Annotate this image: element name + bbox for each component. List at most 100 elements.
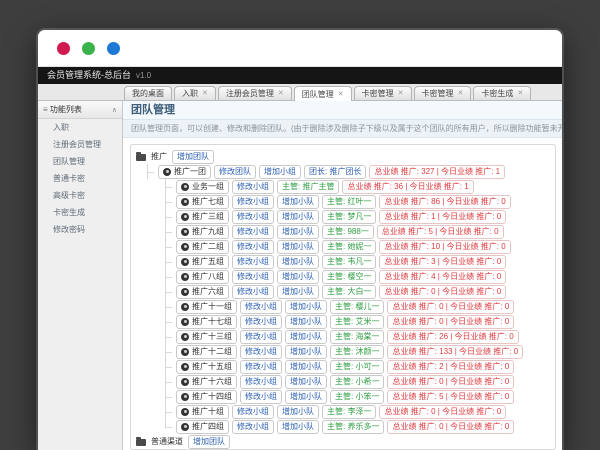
tree-node-name[interactable]: 推广十五组	[176, 360, 237, 374]
edit-group-button[interactable]: 修改小组	[232, 180, 274, 194]
add-squad-button[interactable]: 增加小队	[277, 405, 319, 419]
tree-node-name[interactable]: 推广十七组	[176, 315, 237, 329]
tree-node-name[interactable]: 推广十四组	[176, 390, 237, 404]
add-squad-button[interactable]: 增加小队	[277, 420, 319, 434]
edit-group-button[interactable]: 修改小组	[232, 225, 274, 239]
tree-root-row: 普通渠道增加团队	[136, 434, 551, 449]
edit-group-button[interactable]: 修改小组	[232, 405, 274, 419]
add-squad-button[interactable]: 增加小队	[277, 270, 319, 284]
tab-团队管理[interactable]: 团队管理✕	[294, 86, 352, 101]
add-team-button[interactable]: 增加团队	[188, 435, 230, 449]
edit-group-button[interactable]: 修改小组	[232, 255, 274, 269]
tree-node-name[interactable]: 推广五组	[176, 255, 229, 269]
close-window-button[interactable]	[57, 42, 70, 55]
tree-node-name[interactable]: 推广八组	[176, 270, 229, 284]
gear-icon	[163, 168, 171, 176]
edit-group-button[interactable]: 修改小组	[240, 315, 282, 329]
tree-node-name[interactable]: 推广七组	[176, 195, 229, 209]
edit-group-button[interactable]: 修改小组	[240, 330, 282, 344]
tab-close-icon[interactable]: ✕	[338, 91, 344, 98]
tab-close-icon[interactable]: ✕	[278, 90, 284, 97]
tab-close-icon[interactable]: ✕	[202, 90, 208, 97]
add-squad-button[interactable]: 增加小队	[285, 315, 327, 329]
group-stats-badge: 总业绩 推广: 10 | 今日业绩 推广: 0	[379, 240, 510, 254]
collapse-caret-icon[interactable]: ∧	[112, 106, 117, 114]
sidebar-item-5[interactable]: 卡密生成	[38, 204, 122, 221]
tree-node-name[interactable]: 推广十二组	[176, 345, 237, 359]
tree-node-name[interactable]: 推广六组	[176, 285, 229, 299]
add-squad-button[interactable]: 增加小队	[277, 195, 319, 209]
tab-入职[interactable]: 入职✕	[174, 86, 216, 100]
edit-group-button[interactable]: 修改小组	[232, 195, 274, 209]
sidebar-item-0[interactable]: 入职	[38, 119, 122, 136]
gear-icon	[181, 318, 189, 326]
group-row: 推广十四组修改小组增加小队主管: 小笨一总业绩 推广: 5 | 今日业绩 推广:…	[160, 389, 551, 404]
tree-node-name[interactable]: 推广三组	[176, 210, 229, 224]
edit-group-button[interactable]: 修改小组	[240, 345, 282, 359]
tree-node-name[interactable]: 推广十三组	[176, 330, 237, 344]
tree-connector	[160, 344, 173, 359]
add-squad-button[interactable]: 增加小队	[285, 300, 327, 314]
add-squad-button[interactable]: 增加小队	[285, 345, 327, 359]
zoom-window-button[interactable]	[107, 42, 120, 55]
group-row: 推广七组修改小组增加小队主管: 红叶一总业绩 推广: 86 | 今日业绩 推广:…	[160, 194, 551, 209]
tab-我的桌面[interactable]: 我的桌面	[124, 86, 172, 100]
group-row: 推广六组修改小组增加小队主管: 大白一总业绩 推广: 0 | 今日业绩 推广: …	[160, 284, 551, 299]
tab-close-icon[interactable]: ✕	[458, 90, 464, 97]
add-group-button[interactable]: 增加小组	[259, 165, 301, 179]
tab-label: 卡密管理	[362, 88, 394, 99]
tree-node-name[interactable]: 推广十组	[176, 405, 229, 419]
edit-group-button[interactable]: 修改小组	[232, 210, 274, 224]
node-label: 推广十三组	[192, 331, 232, 342]
add-squad-button[interactable]: 增加小队	[285, 330, 327, 344]
add-squad-button[interactable]: 增加小队	[285, 360, 327, 374]
tree-root-name[interactable]: 普通渠道	[151, 436, 183, 447]
edit-group-button[interactable]: 修改小组	[232, 420, 274, 434]
tree-node-name[interactable]: 推广十六组	[176, 375, 237, 389]
edit-group-button[interactable]: 修改小组	[240, 360, 282, 374]
edit-group-button[interactable]: 修改小组	[232, 285, 274, 299]
gear-icon	[181, 363, 189, 371]
edit-group-button[interactable]: 修改小组	[232, 240, 274, 254]
tab-close-icon[interactable]: ✕	[398, 90, 404, 97]
node-label: 推广十组	[192, 406, 224, 417]
minimize-window-button[interactable]	[82, 42, 95, 55]
edit-group-button[interactable]: 修改小组	[240, 300, 282, 314]
sidebar-item-6[interactable]: 修改密码	[38, 221, 122, 238]
edit-group-button[interactable]: 修改小组	[240, 375, 282, 389]
sidebar-header[interactable]: ≡ 功能列表 ∧	[38, 101, 122, 119]
add-squad-button[interactable]: 增加小队	[285, 375, 327, 389]
team-stats-badge: 总业绩 推广: 327 | 今日业绩 推广: 1	[369, 165, 505, 179]
tree-connector	[142, 164, 155, 179]
add-squad-button[interactable]: 增加小队	[285, 390, 327, 404]
sidebar-item-4[interactable]: 高级卡密	[38, 187, 122, 204]
tab-注册会员管理[interactable]: 注册会员管理✕	[218, 86, 292, 100]
tree-node-name[interactable]: 推广九组	[176, 225, 229, 239]
tab-卡密管理[interactable]: 卡密管理 ✕	[354, 86, 412, 100]
tree-node-name[interactable]: 业务一组	[176, 180, 229, 194]
add-squad-button[interactable]: 增加小队	[277, 285, 319, 299]
sidebar-item-2[interactable]: 团队管理	[38, 153, 122, 170]
tree-node-name[interactable]: 推广一团	[158, 165, 211, 179]
add-squad-button[interactable]: 增加小队	[277, 240, 319, 254]
tab-close-icon[interactable]: ✕	[517, 90, 523, 97]
tree-node-name[interactable]: 推广二组	[176, 240, 229, 254]
edit-group-button[interactable]: 修改小组	[240, 390, 282, 404]
tab-卡密管理[interactable]: 卡密管理✕	[414, 86, 472, 100]
node-label: 推广十一组	[192, 301, 232, 312]
add-team-button[interactable]: 增加团队	[172, 150, 214, 164]
tree-node-name[interactable]: 推广四组	[176, 420, 229, 434]
edit-team-button[interactable]: 修改团队	[214, 165, 256, 179]
tree-root-name[interactable]: 推广	[151, 151, 167, 162]
add-squad-button[interactable]: 增加小队	[277, 255, 319, 269]
group-leader-badge: 主管: 988一	[322, 225, 374, 239]
app-header: 会员管理系统-总后台v1.0	[38, 67, 562, 84]
gear-icon	[181, 393, 189, 401]
tab-卡密生成[interactable]: 卡密生成✕	[473, 86, 531, 100]
add-squad-button[interactable]: 增加小队	[277, 225, 319, 239]
edit-group-button[interactable]: 修改小组	[232, 270, 274, 284]
add-squad-button[interactable]: 增加小队	[277, 210, 319, 224]
sidebar-item-3[interactable]: 普通卡密	[38, 170, 122, 187]
tree-node-name[interactable]: 推广十一组	[176, 300, 237, 314]
sidebar-item-1[interactable]: 注册会员管理	[38, 136, 122, 153]
